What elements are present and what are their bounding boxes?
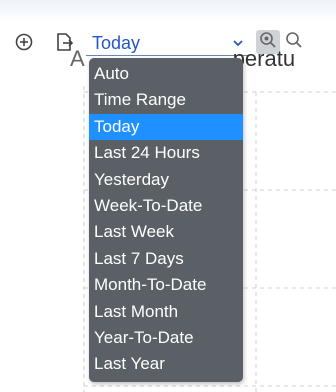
menu-item-auto[interactable]: Auto <box>89 61 243 87</box>
menu-item-week-to-date[interactable]: Week-To-Date <box>89 193 243 219</box>
chart-title-left: A <box>70 46 85 71</box>
menu-item-last-7-days[interactable]: Last 7 Days <box>89 246 243 272</box>
menu-item-year-to-date[interactable]: Year-To-Date <box>89 325 243 351</box>
top-strip <box>0 0 336 22</box>
menu-item-time-range[interactable]: Time Range <box>89 87 243 113</box>
menu-item-last-week[interactable]: Last Week <box>89 219 243 245</box>
menu-item-yesterday[interactable]: Yesterday <box>89 167 243 193</box>
menu-item-month-to-date[interactable]: Month-To-Date <box>89 272 243 298</box>
time-range-dropdown: Auto Time Range Today Last 24 Hours Yest… <box>89 58 243 382</box>
menu-item-last-year[interactable]: Last Year <box>89 351 243 377</box>
menu-item-today[interactable]: Today <box>89 113 243 141</box>
plus-circle-icon[interactable] <box>14 32 34 52</box>
menu-item-last-month[interactable]: Last Month <box>89 299 243 325</box>
menu-item-last-24-hours[interactable]: Last 24 Hours <box>89 140 243 166</box>
